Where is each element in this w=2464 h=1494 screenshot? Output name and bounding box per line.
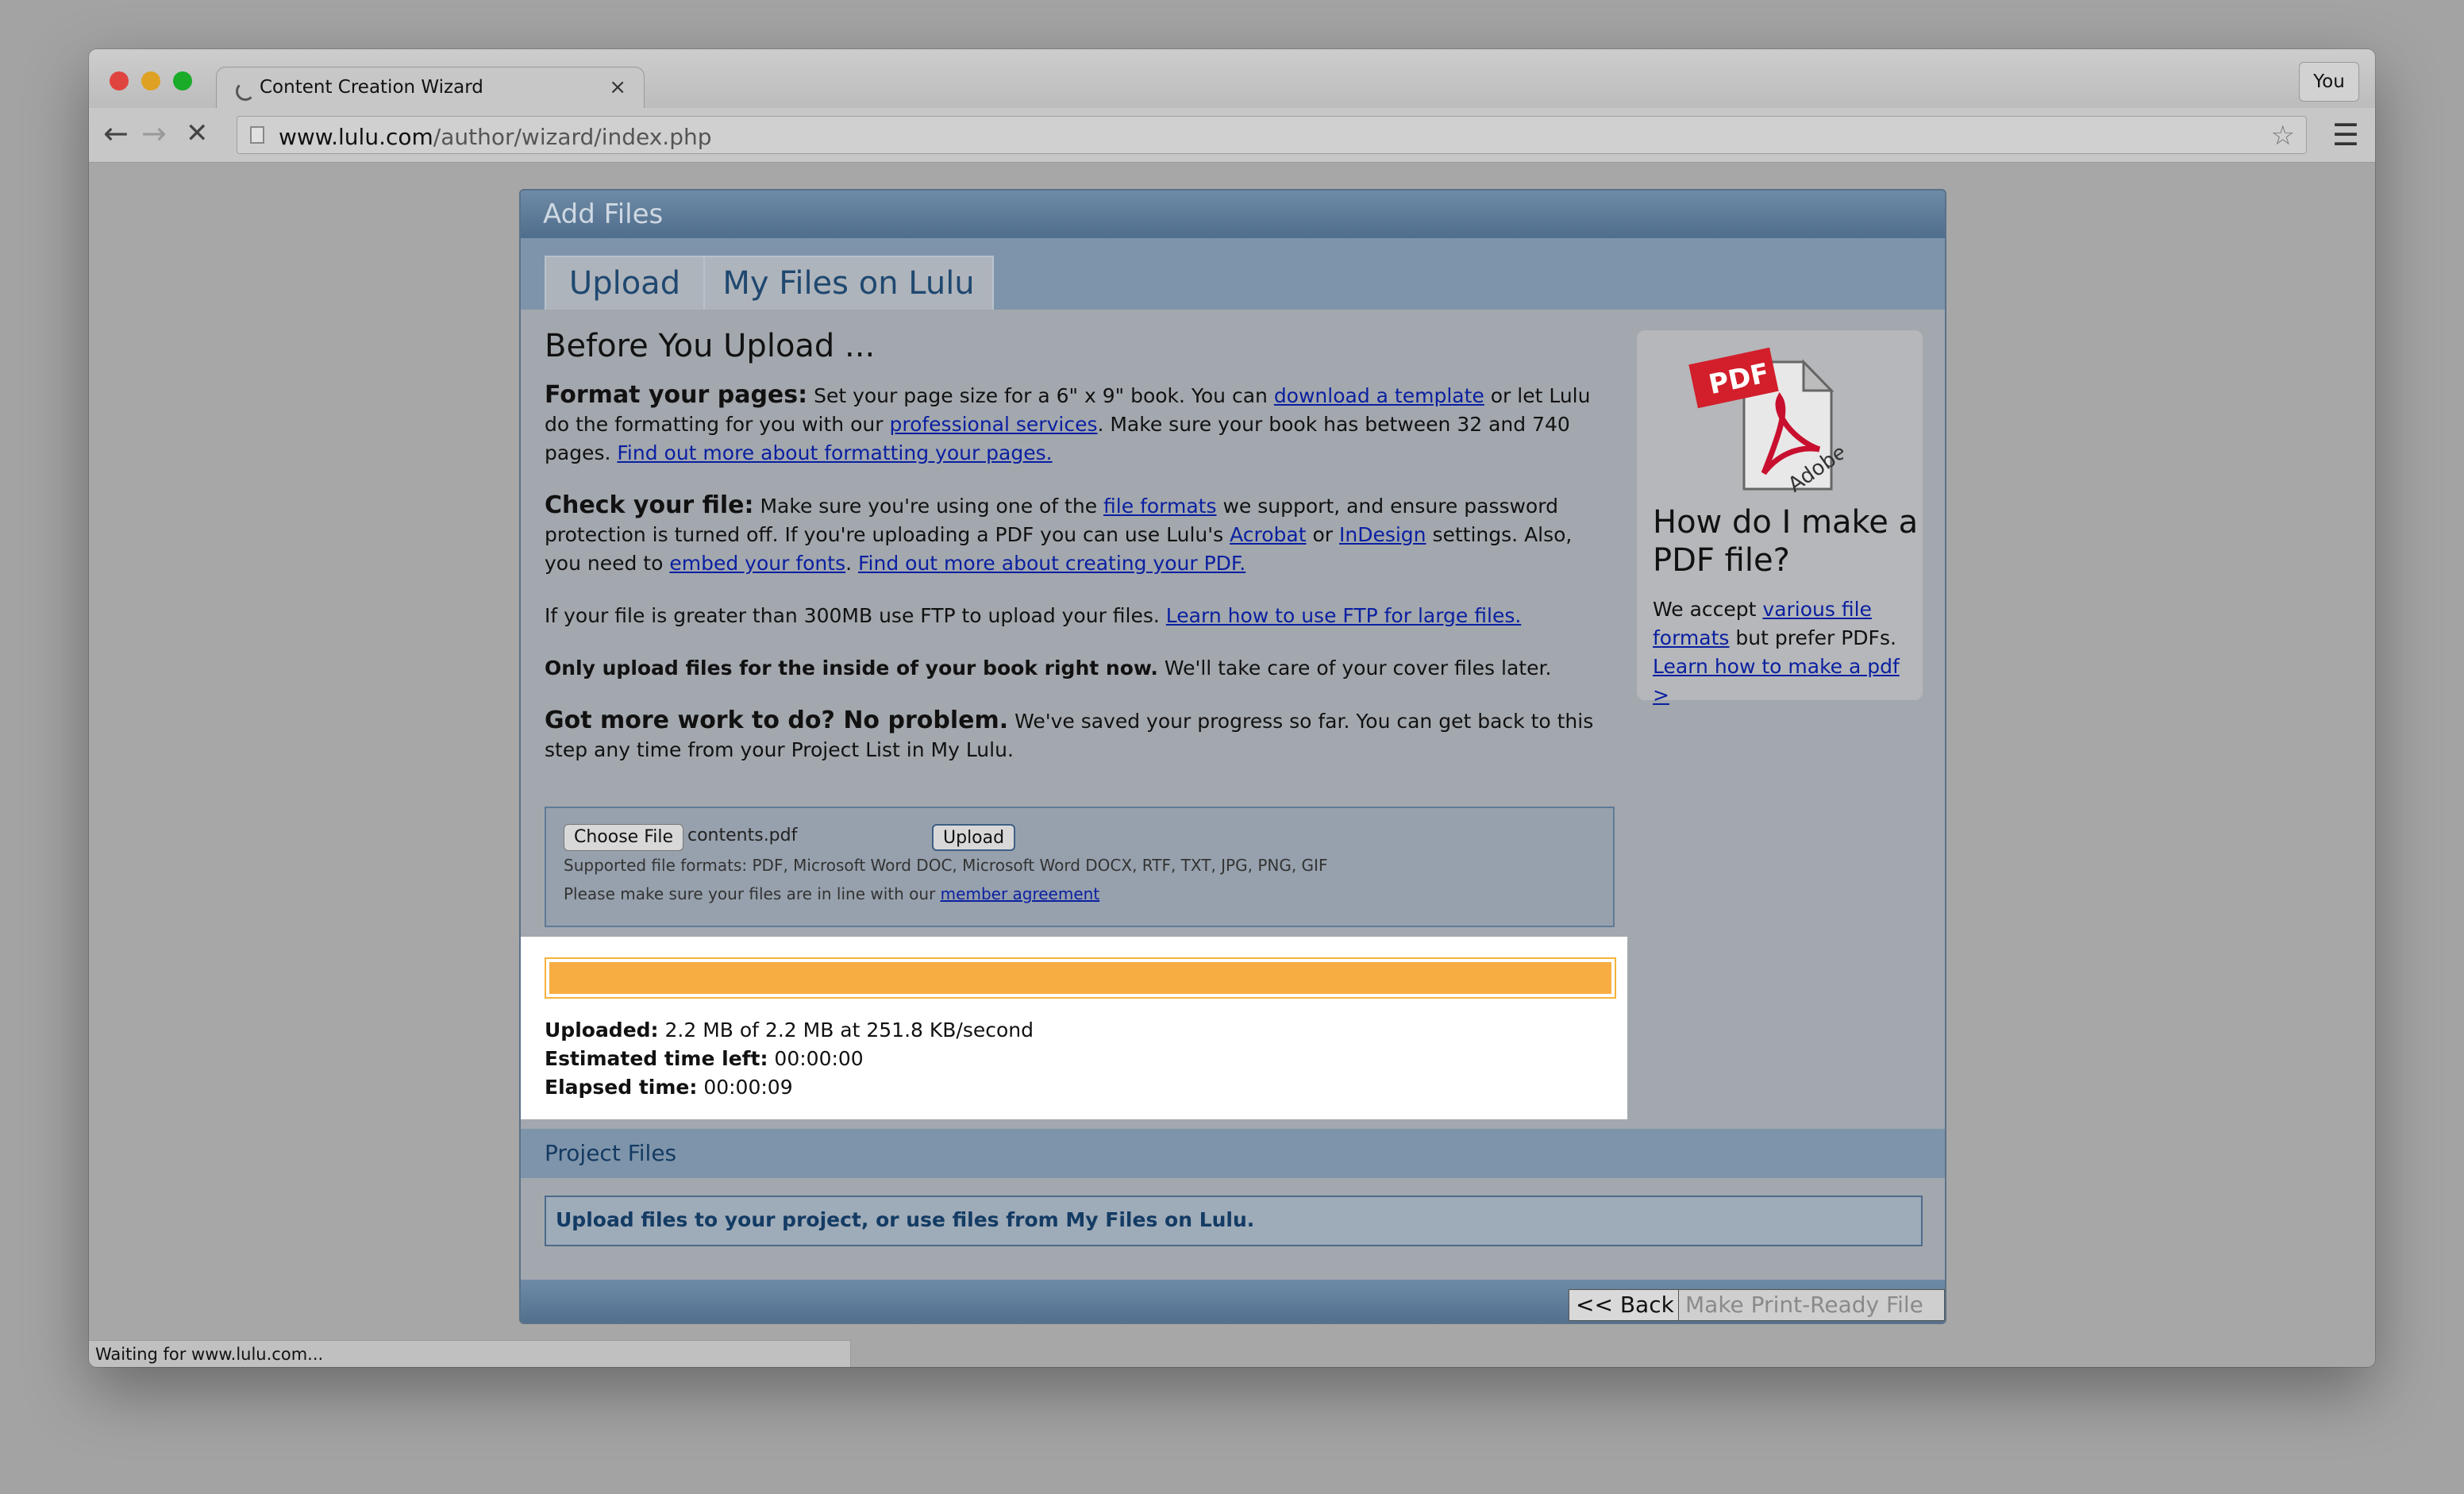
tab-my-files[interactable]: My Files on Lulu — [703, 256, 994, 310]
pdf-file-icon: PDF Adobe — [1688, 347, 1843, 498]
elapsed-row: Elapsed time: 00:00:09 — [545, 1076, 793, 1099]
make-print-ready-button[interactable]: Make Print-Ready File >> — [1678, 1289, 1945, 1323]
forward-arrow-icon[interactable]: → — [141, 116, 167, 151]
page-viewport: Add Files Upload My Files on Lulu Before… — [89, 163, 2375, 1367]
stop-loading-icon[interactable]: ✕ — [186, 117, 209, 149]
formatting-info-link[interactable]: Find out more about formatting your page… — [617, 441, 1052, 464]
time-left-row: Estimated time left: 00:00:00 — [545, 1047, 864, 1070]
format-paragraph: Format your pages: Set your page size fo… — [545, 381, 1591, 464]
progress-bar — [545, 957, 1616, 999]
menu-icon[interactable]: ☰ — [2332, 117, 2359, 152]
embed-fonts-link[interactable]: embed your fonts — [669, 552, 845, 575]
minimize-window-button[interactable] — [141, 71, 160, 90]
page-icon — [250, 126, 264, 144]
page-title: Before You Upload ... — [545, 328, 876, 364]
add-files-panel: Add Files Upload My Files on Lulu Before… — [519, 189, 1946, 1324]
upload-stats: Uploaded: 2.2 MB of 2.2 MB at 251.8 KB/s… — [545, 1016, 1034, 1102]
uploaded-row: Uploaded: 2.2 MB of 2.2 MB at 251.8 KB/s… — [545, 1018, 1034, 1042]
panel-title: Add Files — [543, 198, 664, 230]
progress-bar-fill — [549, 962, 1611, 994]
project-files-header: Project Files — [521, 1129, 1945, 1178]
choose-file-button[interactable]: Choose File — [564, 824, 684, 851]
loading-spinner-icon — [236, 82, 255, 101]
tab-title: Content Creation Wizard — [260, 77, 483, 98]
profile-button[interactable]: You — [2299, 62, 2359, 102]
indesign-link[interactable]: InDesign — [1339, 523, 1426, 546]
pdf-help-title: How do I make a PDF file? — [1653, 504, 1919, 579]
url-text: www.lulu.com/author/wizard/index.php — [279, 124, 712, 150]
ftp-paragraph: If your file is greater than 300MB use F… — [545, 604, 1522, 627]
upload-form: Choose File contents.pdf Upload Supporte… — [545, 807, 1615, 927]
acrobat-link[interactable]: Acrobat — [1230, 523, 1306, 546]
address-bar[interactable]: www.lulu.com/author/wizard/index.php ☆ — [237, 116, 2307, 154]
agreement-text: Please make sure your files are in line … — [564, 884, 1100, 903]
ftp-link[interactable]: Learn how to use FTP for large files. — [1166, 604, 1522, 627]
upload-progress: Uploaded: 2.2 MB of 2.2 MB at 251.8 KB/s… — [521, 937, 1627, 1119]
project-files-title: Project Files — [545, 1140, 677, 1166]
browser-window: Content Creation Wizard × You ← → ✕ www.… — [89, 49, 2375, 1367]
file-formats-link[interactable]: file formats — [1103, 495, 1216, 518]
panel-footer: << Back Make Print-Ready File >> — [521, 1280, 1945, 1323]
download-template-link[interactable]: download a template — [1274, 384, 1484, 407]
title-bar: Content Creation Wizard × You — [89, 49, 2375, 110]
upload-tabs: Upload My Files on Lulu — [521, 238, 1945, 310]
tab-close-icon[interactable]: × — [609, 75, 626, 99]
browser-toolbar: ← → ✕ www.lulu.com/author/wizard/index.p… — [89, 108, 2375, 163]
status-bar: Waiting for www.lulu.com... — [89, 1340, 851, 1367]
panel-header: Add Files — [521, 191, 1945, 238]
tab-upload[interactable]: Upload — [545, 256, 705, 310]
zoom-window-button[interactable] — [173, 71, 192, 90]
back-button[interactable]: << Back — [1569, 1289, 1681, 1321]
pdf-help-box: PDF Adobe How do I make a PDF file? We a… — [1637, 330, 1923, 707]
professional-services-link[interactable]: professional services — [889, 413, 1097, 436]
browser-tab[interactable]: Content Creation Wizard × — [216, 67, 645, 110]
close-window-button[interactable] — [110, 71, 129, 90]
creating-pdf-link[interactable]: Find out more about creating your PDF. — [858, 552, 1245, 575]
inside-files-paragraph: Only upload files for the inside of your… — [545, 657, 1552, 680]
instructions: Before You Upload ... Format your pages:… — [545, 325, 1613, 788]
bookmark-star-icon[interactable]: ☆ — [2271, 120, 2295, 152]
selected-filename: contents.pdf — [687, 826, 798, 845]
learn-pdf-link[interactable]: Learn how to make a pdf > — [1653, 655, 1900, 707]
member-agreement-link[interactable]: member agreement — [941, 884, 1100, 903]
progress-saved-paragraph: Got more work to do? No problem. We've s… — [545, 707, 1594, 761]
project-files-message: Upload files to your project, or use fil… — [545, 1196, 1923, 1246]
check-file-paragraph: Check your file: Make sure you're using … — [545, 491, 1573, 575]
supported-formats-text: Supported file formats: PDF, Microsoft W… — [564, 856, 1328, 875]
pdf-help-text: We accept various file formats but prefe… — [1653, 598, 1900, 707]
back-arrow-icon[interactable]: ← — [103, 116, 129, 151]
upload-button[interactable]: Upload — [932, 824, 1016, 851]
